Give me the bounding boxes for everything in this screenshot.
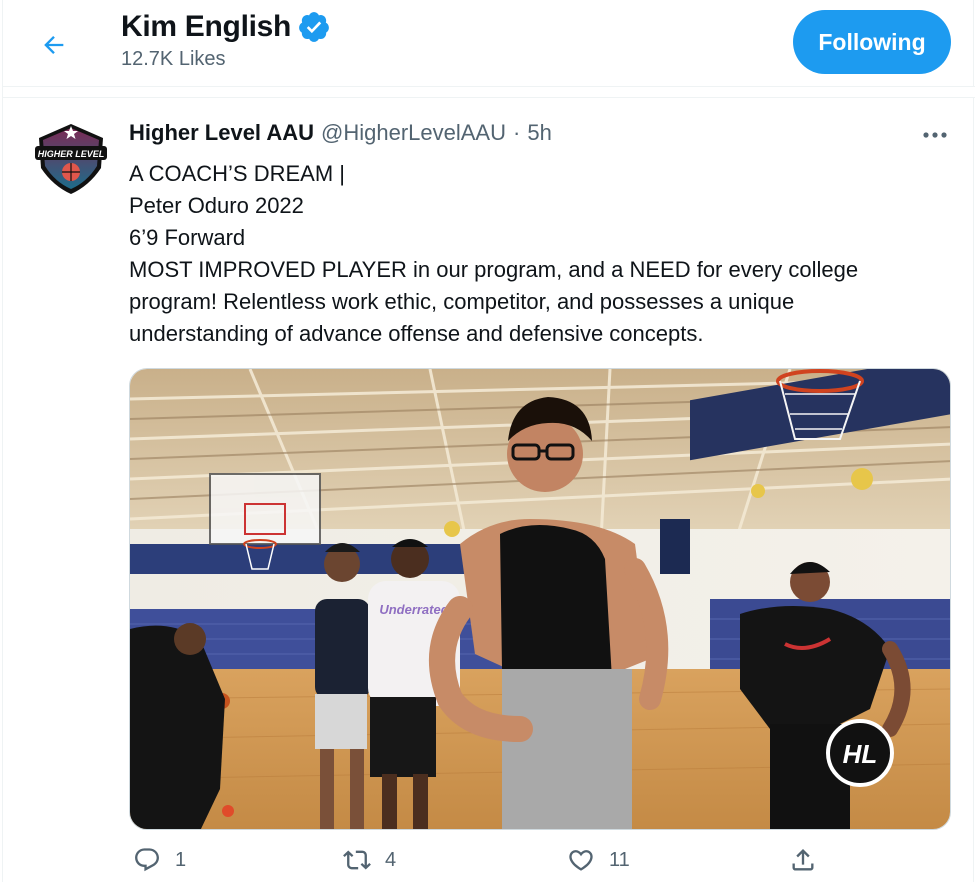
author-name[interactable]: Higher Level AAU: [129, 120, 314, 146]
higher-level-logo-icon: HIGHER LEVEL: [35, 124, 107, 194]
tweet-line: Peter Oduro 2022: [129, 193, 304, 218]
svg-text:HL: HL: [843, 739, 878, 769]
reply-count: 1: [175, 848, 187, 871]
arrow-left-icon: [44, 36, 64, 54]
meta-separator: ·: [513, 120, 521, 145]
like-count: 11: [609, 848, 630, 871]
header-title-group: Kim English 12.7K Likes: [121, 10, 331, 71]
following-button[interactable]: Following: [793, 10, 951, 74]
back-button[interactable]: [33, 24, 75, 66]
avatar[interactable]: HIGHER LEVEL: [29, 116, 113, 200]
more-options-button[interactable]: [917, 120, 953, 150]
tweet-card[interactable]: HIGHER LEVEL Higher Level AAU @HigherLev…: [3, 98, 975, 882]
like-button[interactable]: 11: [567, 846, 630, 874]
tweet-timestamp[interactable]: 5h: [527, 120, 551, 146]
tweet-header: Higher Level AAU @HigherLevelAAU · 5h: [129, 120, 552, 146]
tweet-line: 6’9 Forward: [129, 225, 246, 250]
tweet-line: program! Relentless work ethic, competit…: [129, 289, 795, 314]
heart-icon: [569, 850, 593, 871]
tweet-line: MOST IMPROVED PLAYER in our program, and…: [129, 257, 859, 282]
share-icon: [792, 849, 814, 871]
tweet-line: A COACH’S DREAM |: [129, 161, 345, 186]
retweet-count: 4: [385, 848, 397, 871]
svg-text:Underrated: Underrated: [379, 602, 449, 617]
page-title: Kim English: [121, 10, 292, 43]
tweet-actions: 1 4 11: [3, 846, 975, 882]
reply-icon: [135, 848, 159, 872]
retweet-icon: [343, 850, 371, 870]
profile-header: Kim English 12.7K Likes Following: [3, 0, 975, 86]
author-handle[interactable]: @HigherLevelAAU: [321, 120, 506, 146]
likes-count: 12.7K Likes: [121, 48, 226, 70]
more-horizontal-icon: [923, 132, 947, 138]
reply-button[interactable]: 1: [133, 846, 186, 874]
header-divider: [3, 86, 975, 98]
tweet-text: A COACH’S DREAM | Peter Oduro 2022 6’9 F…: [129, 158, 929, 350]
timeline-column: Kim English 12.7K Likes Following HIGHER…: [2, 0, 975, 882]
tweet-media-video[interactable]: Underrated HL: [129, 368, 951, 830]
verified-badge-icon: [299, 12, 329, 42]
share-button[interactable]: [789, 846, 817, 874]
retweet-button[interactable]: 4: [343, 846, 396, 874]
svg-text:HIGHER LEVEL: HIGHER LEVEL: [38, 149, 105, 159]
tweet-line: understanding of advance offense and def…: [129, 321, 704, 346]
gym-scene-image: Underrated HL: [130, 369, 950, 829]
